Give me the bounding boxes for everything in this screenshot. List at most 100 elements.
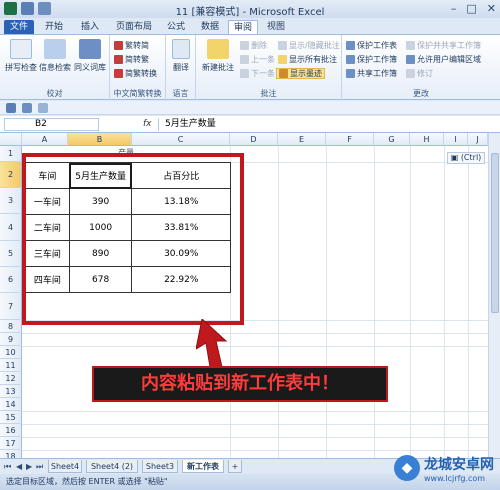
close-icon[interactable]: ✕ bbox=[487, 2, 496, 15]
row-header[interactable]: 4 bbox=[0, 214, 22, 241]
gridline bbox=[22, 411, 488, 412]
track-icon bbox=[406, 69, 415, 78]
sheet-tab[interactable]: Sheet4 (2) bbox=[86, 460, 138, 473]
row-header[interactable]: 9 bbox=[0, 333, 22, 346]
to-traditional-button[interactable]: 繁转简 bbox=[114, 40, 149, 51]
row-header[interactable]: 5 bbox=[0, 241, 22, 267]
thesaurus-icon bbox=[79, 39, 101, 59]
ink-icon bbox=[279, 69, 288, 78]
scrollbar-thumb[interactable] bbox=[491, 153, 499, 313]
column-header-i[interactable]: I bbox=[444, 133, 468, 146]
sheet-tab[interactable]: Sheet4 bbox=[48, 460, 82, 473]
allow-edit-ranges-button[interactable]: 允许用户编辑区域 bbox=[406, 54, 481, 65]
window-controls: – □ ✕ bbox=[451, 2, 496, 15]
paste-options-button[interactable]: ▣ (Ctrl) bbox=[447, 152, 485, 164]
insert-function-button[interactable]: fx bbox=[143, 119, 152, 129]
insert-sheet-icon[interactable]: + bbox=[228, 460, 242, 473]
row-header[interactable]: 7 bbox=[0, 293, 22, 320]
show-all-comments-button[interactable]: 显示所有批注 bbox=[278, 54, 337, 65]
ribbon: 拼写检查 信息检索 同义词库 校对 繁转简 简转繁 简繁转换 中文简繁转换 翻译… bbox=[0, 34, 500, 101]
row-header[interactable]: 15 bbox=[0, 411, 22, 424]
name-box[interactable]: B2 bbox=[4, 118, 99, 131]
watermark-text: 龙城安卓网 www.lcjrfg.com bbox=[424, 454, 494, 483]
research-button[interactable]: 信息检索 bbox=[38, 39, 72, 73]
select-all-corner[interactable] bbox=[0, 133, 22, 146]
minimize-icon[interactable]: – bbox=[451, 2, 457, 15]
formula-input[interactable]: 5月生产数量 bbox=[158, 118, 496, 131]
protect-workbook-button[interactable]: 保护工作簿 bbox=[346, 54, 397, 65]
prev-sheet-icon[interactable]: ◀ bbox=[16, 462, 22, 471]
track-changes-button[interactable]: 修订 bbox=[406, 68, 433, 79]
row-header[interactable]: 16 bbox=[0, 424, 22, 437]
spell-check-button[interactable]: 拼写检查 bbox=[4, 39, 38, 73]
sheet-tab[interactable]: 新工作表 bbox=[182, 460, 224, 473]
row-header[interactable]: 10 bbox=[0, 346, 22, 359]
share-workbook-button[interactable]: 共享工作簿 bbox=[346, 68, 397, 79]
chinese-convert-button[interactable]: 简繁转换 bbox=[114, 68, 157, 79]
gridline bbox=[22, 424, 488, 425]
tab-insert[interactable]: 插入 bbox=[76, 20, 104, 34]
row-header[interactable]: 18 bbox=[0, 450, 22, 458]
undo-icon[interactable] bbox=[22, 103, 32, 113]
vertical-scrollbar[interactable] bbox=[488, 133, 500, 458]
group-changes: 保护工作表 保护工作簿 共享工作簿 保护并共享工作簿 允许用户编辑区域 修订 更… bbox=[342, 35, 500, 101]
new-comment-button[interactable]: 新建批注 bbox=[200, 39, 236, 73]
row-header[interactable]: 14 bbox=[0, 398, 22, 411]
row-header[interactable]: 1 bbox=[0, 146, 22, 162]
column-header-g[interactable]: G bbox=[374, 133, 410, 146]
to-simplified-button[interactable]: 简转繁 bbox=[114, 54, 149, 65]
column-header-a[interactable]: A bbox=[22, 133, 68, 146]
edit-ranges-icon bbox=[406, 55, 415, 64]
sheet-tab[interactable]: Sheet3 bbox=[142, 460, 178, 473]
maximize-icon[interactable]: □ bbox=[466, 2, 476, 15]
last-sheet-icon[interactable]: ⏭ bbox=[36, 462, 43, 472]
tab-review[interactable]: 审阅 bbox=[228, 20, 258, 34]
worksheet-grid[interactable]: A B C D E F G H I J 1 2 3 4 5 6 7 8 9 10… bbox=[0, 133, 488, 458]
lock-icon bbox=[346, 55, 355, 64]
thesaurus-button[interactable]: 同义词库 bbox=[72, 39, 108, 73]
translate-button[interactable]: 翻译 bbox=[168, 39, 194, 73]
column-header-b[interactable]: B bbox=[68, 133, 132, 146]
row-header[interactable]: 11 bbox=[0, 359, 22, 372]
column-header-e[interactable]: E bbox=[278, 133, 326, 146]
comment-icon bbox=[278, 55, 287, 64]
tab-view[interactable]: 视图 bbox=[262, 20, 290, 34]
convert-icon bbox=[114, 55, 123, 64]
column-header-h[interactable]: H bbox=[410, 133, 444, 146]
tab-data[interactable]: 数据 bbox=[196, 20, 224, 34]
gridline bbox=[22, 437, 488, 438]
window-title: 11 [兼容模式] - Microsoft Excel bbox=[175, 7, 325, 18]
column-header-d[interactable]: D bbox=[230, 133, 278, 146]
tab-home[interactable]: 开始 bbox=[40, 20, 68, 34]
spell-check-icon bbox=[10, 39, 32, 59]
show-ink-button[interactable]: 显示墨迹 bbox=[276, 68, 325, 79]
column-header-j[interactable]: J bbox=[468, 133, 488, 146]
row-header[interactable]: 6 bbox=[0, 267, 22, 293]
column-header-c[interactable]: C bbox=[132, 133, 230, 146]
group-proofing: 拼写检查 信息检索 同义词库 校对 bbox=[0, 35, 110, 101]
show-hide-comment-button[interactable]: 显示/隐藏批注 bbox=[278, 40, 340, 51]
row-header[interactable]: 17 bbox=[0, 437, 22, 450]
research-icon bbox=[44, 39, 66, 59]
row-header[interactable]: 8 bbox=[0, 320, 22, 333]
delete-comment-button[interactable]: 删除 bbox=[240, 40, 267, 51]
row-header[interactable]: 13 bbox=[0, 385, 22, 398]
row-header[interactable]: 2 bbox=[0, 162, 22, 188]
column-header-f[interactable]: F bbox=[326, 133, 374, 146]
tab-page-layout[interactable]: 页面布局 bbox=[112, 20, 156, 34]
save-icon[interactable] bbox=[6, 103, 16, 113]
tab-formulas[interactable]: 公式 bbox=[162, 20, 190, 34]
next-comment-button[interactable]: 下一条 bbox=[240, 68, 275, 79]
watermark-logo-icon: ◆ bbox=[394, 455, 420, 481]
row-header[interactable]: 3 bbox=[0, 188, 22, 214]
protect-share-button[interactable]: 保护并共享工作簿 bbox=[406, 40, 481, 51]
group-comments: 新建批注 删除 上一条 下一条 显示/隐藏批注 显示所有批注 显示墨迹 批注 bbox=[196, 35, 342, 101]
first-sheet-icon[interactable]: ⏮ bbox=[4, 462, 11, 472]
row-header[interactable]: 12 bbox=[0, 372, 22, 385]
prev-comment-button[interactable]: 上一条 bbox=[240, 54, 275, 65]
redo-icon[interactable] bbox=[38, 103, 48, 113]
next-sheet-icon[interactable]: ▶ bbox=[26, 462, 32, 471]
convert-icon bbox=[114, 41, 123, 50]
tab-file[interactable]: 文件 bbox=[4, 20, 34, 34]
protect-sheet-button[interactable]: 保护工作表 bbox=[346, 40, 397, 51]
